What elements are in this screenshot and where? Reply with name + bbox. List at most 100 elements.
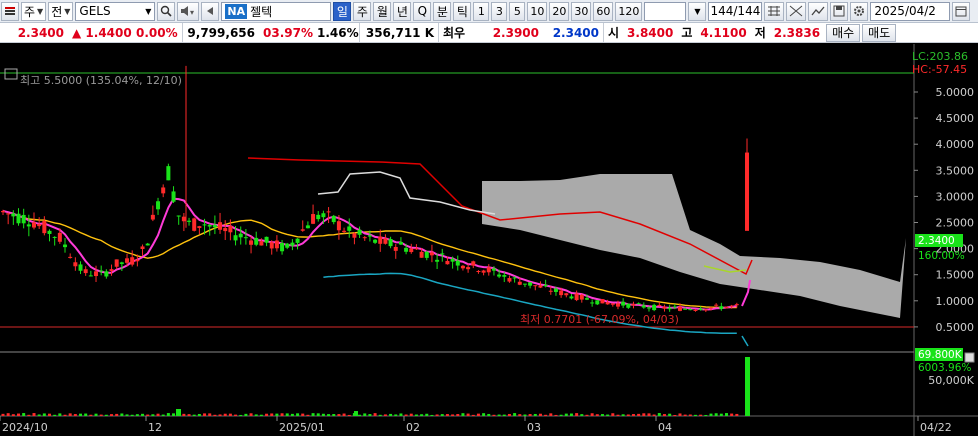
volume-bar <box>11 414 15 416</box>
volume-bar <box>141 413 145 416</box>
candle-body <box>166 166 171 181</box>
chart-canvas[interactable]: 5.00004.50004.00003.50003.00002.50002.00… <box>0 44 978 436</box>
candle-body <box>367 235 372 237</box>
hc-label: HC:-57.45 <box>912 63 967 76</box>
buy-button[interactable]: 매수 <box>826 23 861 42</box>
candle-body <box>223 228 228 232</box>
volume-bar <box>73 414 77 416</box>
price-tag-text: 2.3400 <box>918 235 955 247</box>
candle-body <box>249 240 254 245</box>
candle-body <box>409 248 414 253</box>
candle-body <box>207 224 212 227</box>
volume-bar <box>528 414 532 416</box>
chart-toolbar: 주 ▼ 전 ▼ GELS ▼ ▾ NA 젤텍 일 주 월 년 Q 분 틱 1 3 5 … <box>0 0 978 23</box>
candle-body <box>218 222 223 230</box>
volume-bar <box>110 414 114 416</box>
buy-label: 매수 <box>832 26 855 40</box>
settings-button[interactable] <box>850 1 869 21</box>
tab-period-0[interactable]: 일 <box>333 1 352 21</box>
price-change: ▲ 1.4400 <box>72 25 132 40</box>
tab-period-1[interactable]: 주 <box>353 1 372 21</box>
date-input[interactable]: 2025/04/2 <box>870 1 951 21</box>
search-button[interactable] <box>157 1 176 21</box>
candle-body <box>595 300 600 305</box>
pane-maximize-icon[interactable] <box>964 352 975 363</box>
tab-period-label: 주 <box>356 4 368 19</box>
interval-5[interactable]: 5 <box>509 1 526 21</box>
interval-label: 10 <box>530 4 545 18</box>
tab-period-4[interactable]: Q <box>413 1 432 21</box>
ticker-input[interactable]: GELS ▼ <box>75 1 156 21</box>
candle-body <box>316 214 321 220</box>
calendar-button[interactable] <box>952 1 971 21</box>
high-label: 고 <box>681 26 693 40</box>
volume-bar <box>476 413 480 416</box>
candle-body <box>1 211 5 213</box>
svg-text:▾: ▾ <box>190 8 194 17</box>
volume-bar <box>275 413 279 416</box>
tab-period-3[interactable]: 년 <box>393 1 412 21</box>
sound-button[interactable]: ▾ <box>177 1 200 21</box>
volume-bar <box>642 413 646 416</box>
interval-20[interactable]: 20 <box>549 1 570 21</box>
interval-1[interactable]: 1 <box>473 1 490 21</box>
tab-period-label: 월 <box>376 4 388 19</box>
tab-period-5[interactable]: 분 <box>433 1 452 21</box>
trend-button[interactable] <box>808 1 829 21</box>
stock-name-field[interactable]: NA 젤텍 <box>221 1 332 21</box>
volume-bar <box>17 413 21 416</box>
volume-bar <box>399 413 403 416</box>
candle-body <box>450 258 455 262</box>
prev-stock-button[interactable] <box>201 1 220 21</box>
sell-button[interactable]: 매도 <box>862 23 897 42</box>
volume-bar <box>290 413 294 416</box>
volume-bar <box>115 413 119 416</box>
volume-bar <box>549 413 553 416</box>
volume-bar <box>27 414 31 416</box>
market-select[interactable]: 주 ▼ <box>21 1 47 21</box>
interval-label: 30 <box>574 4 589 18</box>
volume-bar <box>714 413 718 416</box>
candle-body <box>21 214 26 224</box>
lc-label: LC:203.86 <box>912 50 968 63</box>
candle-body <box>636 303 641 305</box>
volume-bar <box>513 413 517 416</box>
candle-body <box>693 309 698 311</box>
candle-body <box>94 271 99 277</box>
volume-bar <box>637 413 641 416</box>
bar-count-input[interactable]: 144/144 <box>708 1 763 21</box>
tab-period-6[interactable]: 틱 <box>453 1 472 21</box>
open-label: 시 <box>608 26 620 40</box>
price-chart[interactable]: 5.0000 4.5000 4.0000 3.5000 3.0000 2.5000 2.00… <box>0 44 978 436</box>
volume-bar <box>285 413 289 416</box>
candle-body <box>336 221 341 231</box>
interval-120[interactable]: 120 <box>615 1 643 21</box>
interval-dropdown[interactable]: ▼ <box>688 1 707 21</box>
high-price: 4.1100 <box>700 25 747 40</box>
save-button[interactable] <box>830 1 849 21</box>
candle-body <box>543 284 548 287</box>
candle-body <box>383 238 388 244</box>
custom-interval-input[interactable] <box>644 1 687 21</box>
crosshair-button[interactable] <box>786 1 807 21</box>
volume-bar <box>383 414 387 416</box>
volume-bar <box>265 413 269 416</box>
interval-10[interactable]: 10 <box>527 1 548 21</box>
chevron-down-icon: ▼ <box>694 6 701 16</box>
interval-3[interactable]: 3 <box>491 1 508 21</box>
tab-period-2[interactable]: 월 <box>373 1 392 21</box>
interval-60[interactable]: 60 <box>593 1 614 21</box>
volume-bar <box>420 414 424 416</box>
y-tick-label: 1.5000 <box>936 269 975 282</box>
floppy-icon <box>833 5 845 17</box>
volume-bar <box>652 414 656 416</box>
candle-body <box>57 232 62 242</box>
grid-button[interactable] <box>764 1 785 21</box>
interval-30[interactable]: 30 <box>571 1 592 21</box>
candle-body <box>347 226 352 231</box>
chevron-down-icon: ▼ <box>145 6 152 16</box>
candle-body <box>419 251 424 258</box>
menu-icon[interactable] <box>1 1 19 21</box>
volume-bar <box>611 413 615 416</box>
list-select[interactable]: 전 ▼ <box>48 1 74 21</box>
